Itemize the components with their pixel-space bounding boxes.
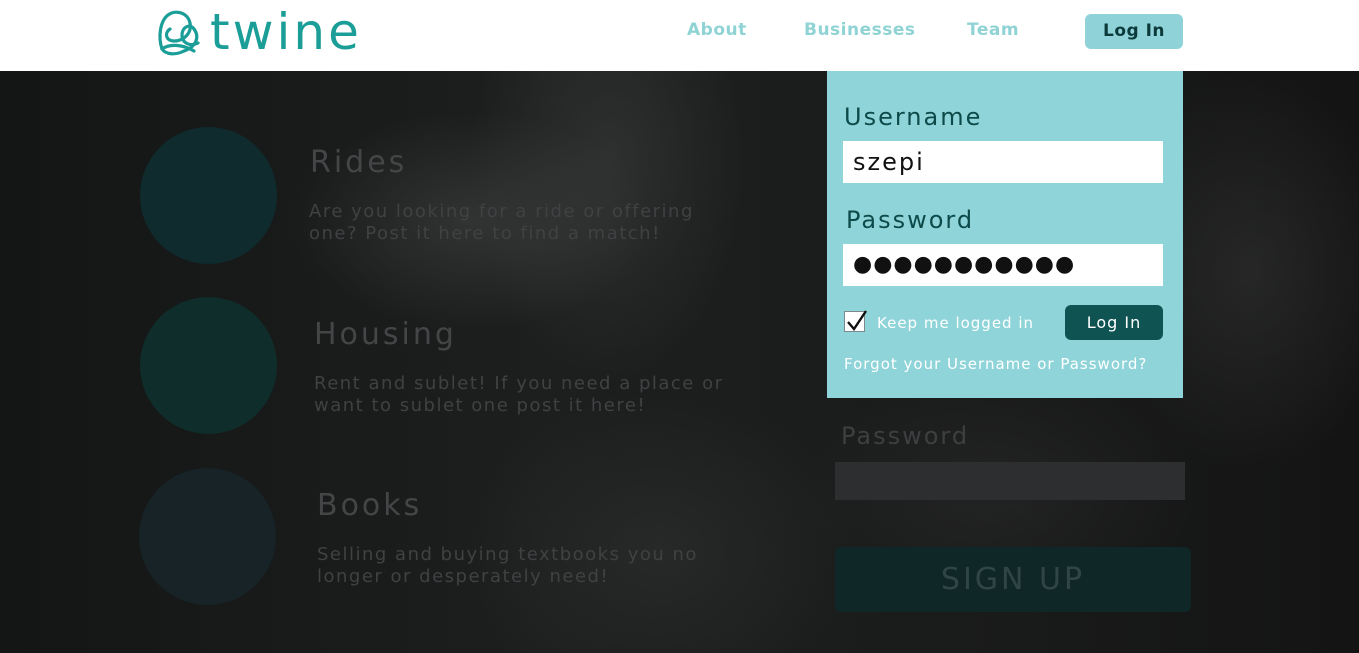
username-label: Username	[844, 103, 983, 131]
forgot-credentials-link[interactable]: Forgot your Username or Password?	[844, 355, 1147, 373]
logo-wordmark: twine	[210, 3, 362, 61]
rides-icon	[140, 127, 277, 264]
feature-title-housing: Housing	[314, 317, 457, 352]
feature-description-rides: Are you looking for a ride or offering o…	[309, 201, 694, 244]
nav-team-link[interactable]: Team	[967, 20, 1019, 40]
books-icon	[139, 468, 276, 605]
feature-description-books: Selling and buying textbooks you no long…	[317, 544, 698, 587]
checkmark-icon	[847, 310, 867, 331]
login-submit-button[interactable]: Log In	[1065, 305, 1163, 340]
signup-password-field[interactable]	[835, 462, 1185, 500]
username-input[interactable]: szepi	[843, 141, 1163, 183]
signup-button[interactable]: SIGN UP	[835, 547, 1191, 612]
feature-title-books: Books	[317, 488, 423, 523]
nav-businesses-link[interactable]: Businesses	[804, 20, 916, 40]
feature-description-housing: Rent and sublet! If you need a place or …	[314, 373, 724, 416]
twine-logo[interactable]: twine	[154, 6, 362, 58]
keep-logged-in-label[interactable]: Keep me logged in	[877, 314, 1034, 332]
feature-title-rides: Rides	[310, 145, 408, 180]
keep-logged-in-checkbox[interactable]	[844, 310, 867, 332]
signup-password-label: Password	[841, 422, 970, 450]
nav-about-link[interactable]: About	[687, 20, 747, 40]
password-label: Password	[846, 206, 975, 234]
password-input[interactable]: ●●●●●●●●●●●	[843, 244, 1163, 286]
header-login-button[interactable]: Log In	[1085, 14, 1183, 49]
top-navbar: twine About Businesses Team Log In	[0, 0, 1359, 71]
housing-icon	[140, 297, 277, 434]
twine-logo-icon	[158, 10, 200, 56]
login-dropdown-panel: Username szepi Password ●●●●●●●●●●● Keep…	[827, 71, 1183, 398]
